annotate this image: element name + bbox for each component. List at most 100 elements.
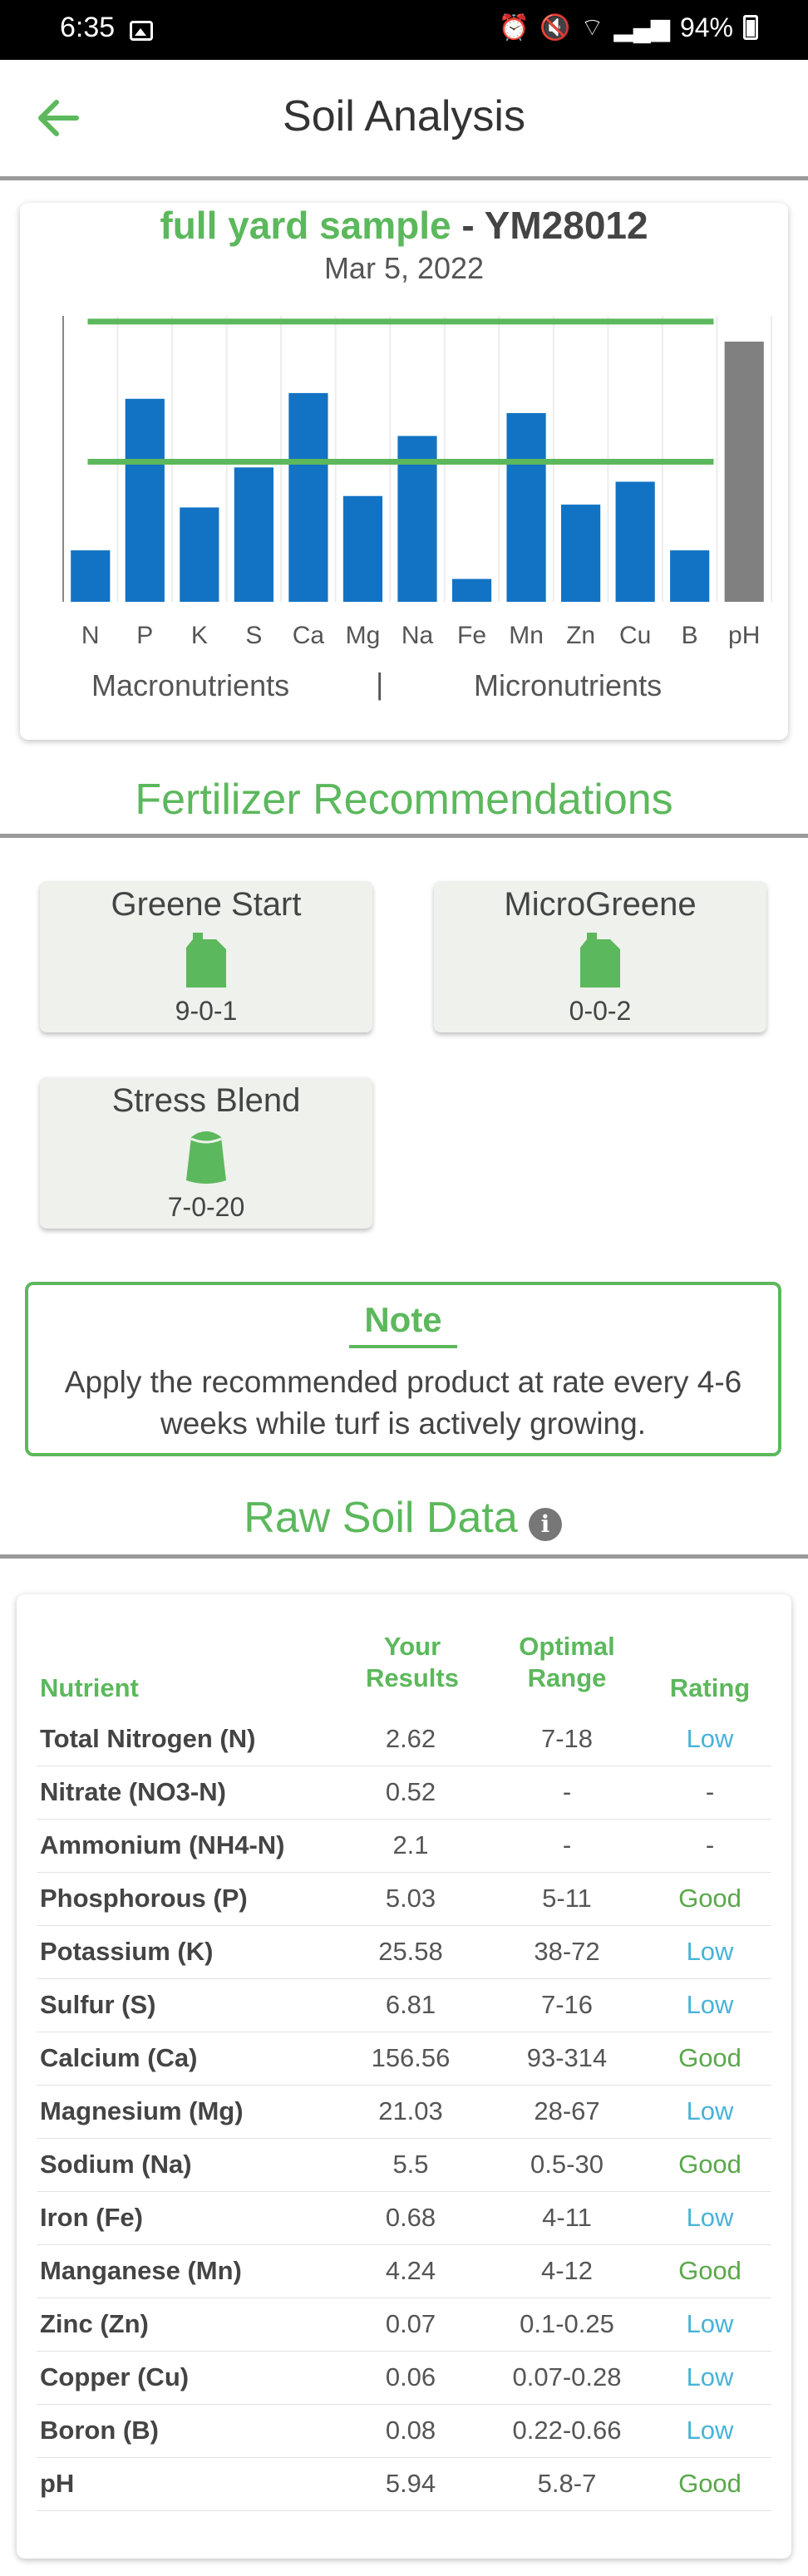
- micronutrients-label: Micronutrients: [474, 668, 663, 702]
- table-row: pH 5.94 5.8-7 Good: [37, 2457, 771, 2511]
- table-row: Calcium (Ca) 156.56 93-314 Good: [37, 2032, 771, 2086]
- result-cell: 0.07: [385, 2309, 436, 2338]
- product-card-microgreene[interactable]: MicroGreene 0-0-2: [434, 881, 766, 1032]
- chart-bar-fe: [451, 579, 492, 602]
- chart-tick-label: P: [136, 622, 153, 649]
- header-your-results: Your Results: [337, 1631, 487, 1694]
- gallery-notification-icon: [130, 21, 153, 41]
- result-cell: 0.06: [385, 2362, 436, 2391]
- raw-data-table: Nutrient Your Results Optimal Range Rati…: [17, 1594, 791, 2559]
- chart-tick-label: N: [81, 622, 100, 649]
- result-cell: 5.03: [385, 1884, 436, 1913]
- result-cell: 0.68: [385, 2203, 436, 2232]
- nutrient-group-separator: |: [376, 667, 384, 701]
- result-cell: 0.08: [385, 2416, 436, 2445]
- chart-bar-mg: [342, 495, 383, 602]
- recommendations-divider: [0, 834, 808, 838]
- nutrient-cell: pH: [40, 2469, 75, 2498]
- page-title: Soil Analysis: [283, 92, 525, 140]
- nutrient-cell: Potassium (K): [40, 1937, 214, 1966]
- result-cell: 4.24: [385, 2256, 436, 2285]
- product-name: Greene Start: [111, 886, 302, 923]
- table-row: Zinc (Zn) 0.07 0.1-0.25 Low: [37, 2298, 771, 2352]
- nutrient-cell: Sodium (Na): [40, 2150, 192, 2179]
- rating-cell: Low: [686, 1990, 734, 2019]
- nutrient-cell: Magnesium (Mg): [40, 2096, 244, 2125]
- header-optimal-range-line1: Optimal: [519, 1632, 615, 1661]
- rating-cell: Low: [686, 2203, 734, 2232]
- chart-bar-p: [125, 398, 165, 602]
- chart-tick-label: Zn: [566, 622, 595, 649]
- range-cell: 4-11: [542, 2203, 592, 2232]
- chart-bar-k: [180, 507, 219, 602]
- chart-bar-ph: [724, 341, 764, 602]
- status-bar: 6:35 ⏰ 🔇 ⌔ ▂▄▆ 94%: [0, 0, 808, 60]
- rating-cell: Good: [678, 2469, 741, 2498]
- table-row: Magnesium (Mg) 21.03 28-67 Low: [37, 2085, 771, 2139]
- table-row: Nitrate (NO3-N) 0.52 - -: [37, 1766, 771, 1820]
- note-title: Note: [364, 1300, 442, 1339]
- nutrient-cell: Calcium (Ca): [40, 2043, 198, 2072]
- range-cell: 7-16: [540, 1990, 594, 2019]
- header-your-results-line1: Your: [383, 1632, 441, 1661]
- battery-icon: [743, 15, 758, 40]
- range-cell: 5.8-7: [537, 2469, 597, 2498]
- table-row: Total Nitrogen (N) 2.62 7-18 Low: [37, 1712, 771, 1766]
- note-box: Note Apply the recommended product at ra…: [25, 1282, 781, 1456]
- chart-tick-label: B: [682, 622, 698, 649]
- chart-tick-label: Ca: [293, 622, 325, 649]
- product-npk: 9-0-1: [175, 996, 238, 1026]
- result-cell: 2.62: [385, 1724, 436, 1753]
- chart-bar-mn: [506, 412, 546, 602]
- result-cell: 6.81: [385, 1990, 436, 2019]
- table-row: Sodium (Na) 5.5 0.5-30 Good: [37, 2138, 771, 2192]
- result-cell: 0.52: [385, 1777, 436, 1806]
- rating-cell: Good: [678, 2043, 741, 2072]
- rating-cell: Good: [678, 2256, 741, 2285]
- range-cell: 7-18: [540, 1724, 594, 1753]
- nutrient-bar-chart: N P K S Ca Mg Na Fe Mn Zn Cu BpH: [62, 316, 772, 649]
- range-cell: 38-72: [534, 1937, 600, 1966]
- result-cell: 25.58: [378, 1937, 443, 1966]
- raw-data-title: Raw Soil Data: [244, 1494, 518, 1542]
- alarm-icon: ⏰: [498, 13, 530, 42]
- range-cell: 0.1-0.25: [520, 2309, 614, 2338]
- chart-tick-label: pH: [728, 622, 760, 649]
- product-card-greene-start[interactable]: Greene Start 9-0-1: [40, 881, 372, 1032]
- chart-bar-ca: [288, 392, 328, 602]
- info-icon[interactable]: i: [529, 1508, 562, 1541]
- soil-chart-card: full yard sample - YM28012 Mar 5, 2022 N…: [20, 203, 788, 740]
- result-cell: 2.1: [392, 1830, 429, 1859]
- rating-cell: -: [705, 1777, 715, 1806]
- range-cell: 93-314: [526, 2043, 608, 2072]
- range-cell: -: [562, 1830, 572, 1859]
- result-cell: 5.94: [385, 2469, 436, 2498]
- rating-cell: -: [705, 1830, 715, 1859]
- battery-percent: 94%: [679, 12, 733, 42]
- jug-icon: [186, 933, 226, 988]
- product-npk: 0-0-2: [569, 996, 632, 1026]
- raw-data-divider: [0, 1554, 808, 1559]
- product-card-stress-blend[interactable]: Stress Blend 7-0-20: [40, 1077, 372, 1229]
- product-name: Stress Blend: [111, 1082, 301, 1119]
- nutrient-cell: Ammonium (NH4-N): [40, 1830, 285, 1859]
- result-cell: 5.5: [392, 2150, 429, 2179]
- nutrient-cell: Total Nitrogen (N): [40, 1724, 256, 1753]
- rating-cell: Good: [678, 2150, 741, 2179]
- result-cell: 21.03: [378, 2096, 443, 2125]
- rating-cell: Low: [686, 1724, 734, 1753]
- range-cell: 28-67: [534, 2096, 600, 2125]
- header-nutrient: Nutrient: [40, 1673, 139, 1702]
- signal-icon: ▂▄▆: [613, 13, 670, 42]
- range-cell: 0.5-30: [530, 2150, 604, 2179]
- header-optimal-range: Optimal Range: [492, 1631, 642, 1694]
- table-row: Boron (B) 0.08 0.22-0.66 Low: [37, 2404, 771, 2458]
- table-row: Copper (Cu) 0.06 0.07-0.28 Low: [37, 2351, 771, 2405]
- rating-cell: Low: [686, 2309, 734, 2338]
- range-cell: 5-11: [542, 1884, 592, 1913]
- table-row: Sulfur (S) 6.81 7-16 Low: [37, 1978, 771, 2032]
- status-time: 6:35: [60, 12, 116, 43]
- nutrient-cell: Phosphorous (P): [40, 1884, 248, 1913]
- rating-cell: Low: [686, 1937, 734, 1966]
- product-npk: 7-0-20: [167, 1192, 245, 1222]
